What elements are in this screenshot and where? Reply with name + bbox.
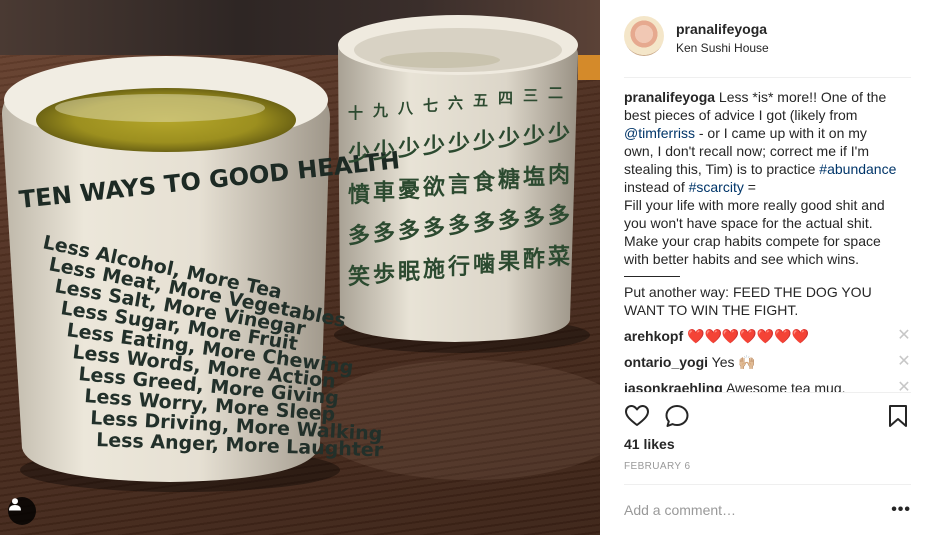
- caption-text: stealing this, Tim) is to practice: [624, 161, 816, 177]
- cup-kanji: 十: [348, 104, 363, 122]
- post-photo[interactable]: TEN WAYS TO GOOD HEALTH Less Alcohol, Mo…: [0, 0, 600, 535]
- caption-text: - or I came up with it on my: [694, 125, 867, 141]
- post-header: pranalifeyoga Ken Sushi House: [624, 16, 911, 78]
- comment-text: Awesome tea mug.: [725, 380, 846, 392]
- hashtag-link[interactable]: #scarcity: [689, 179, 744, 195]
- caption-text: with better habits and see which wins.: [624, 251, 860, 267]
- cup-kanji: 三: [523, 87, 538, 105]
- comment-username[interactable]: arehkopf: [624, 328, 683, 344]
- cup-kanji: 少: [497, 127, 520, 152]
- cup-kanji: 多: [523, 206, 545, 232]
- cup-kanji: 言: [448, 172, 470, 198]
- cup-kanji: 肉: [548, 163, 570, 188]
- cup-kanji: 少: [547, 122, 570, 147]
- caption-text: instead of: [624, 179, 685, 195]
- cup-kanji: 少: [422, 135, 445, 160]
- cup-kanji: 憂: [398, 178, 420, 203]
- caption-text: WANT TO WIN THE FIGHT.: [624, 302, 799, 318]
- cup-kanji: 多: [423, 216, 445, 242]
- cup-kanji: 憤: [348, 182, 370, 208]
- header-text: pranalifeyoga Ken Sushi House: [676, 20, 769, 56]
- cup-kanji: 五: [473, 92, 488, 110]
- cup-kanji: 車: [373, 181, 395, 206]
- caption-text: Make your crap habits compete for space: [624, 233, 881, 249]
- cup-kanji: 果: [498, 250, 520, 275]
- cup-kanji: 少: [472, 130, 495, 155]
- likes-count[interactable]: 41 likes: [624, 436, 675, 452]
- comments-list[interactable]: pranalifeyoga Less *is* more!! One of th…: [624, 88, 911, 392]
- comment-item: arehkopf ❤️❤️❤️❤️❤️❤️❤️ ✕: [624, 327, 911, 345]
- caption-text: =: [743, 179, 756, 195]
- add-comment-bar: Add a comment… •••: [624, 484, 911, 535]
- cup-kanji: 少: [397, 137, 420, 162]
- cup-kanji: 六: [448, 94, 463, 112]
- caption-username[interactable]: pranalifeyoga: [624, 89, 715, 105]
- cup-kanji: 多: [548, 203, 570, 229]
- action-bar: [624, 403, 911, 427]
- user-tag-icon[interactable]: [8, 497, 36, 525]
- caption-text: best pieces of advice I got (likely from: [624, 107, 858, 123]
- cup-kanji: 菜: [547, 245, 570, 270]
- comment-username[interactable]: jasonkraehling: [624, 380, 723, 392]
- cup-kanji: 多: [398, 218, 420, 244]
- close-icon[interactable]: ✕: [897, 328, 911, 344]
- cup-kanji: 多: [473, 211, 495, 237]
- comment-input[interactable]: Add a comment…: [624, 502, 891, 518]
- more-icon[interactable]: •••: [891, 501, 911, 519]
- cup-kanji: 酢: [523, 248, 545, 273]
- caption-text: you won't have space for the actual shit…: [624, 215, 873, 231]
- cup-kanji: 塩: [523, 165, 545, 191]
- caption-text: Fill your life with more really good shi…: [624, 197, 885, 213]
- cup-kanji: 八: [397, 99, 414, 117]
- person-icon: [9, 498, 21, 511]
- post-sidebar: pranalifeyoga Ken Sushi House pranalifey…: [600, 0, 935, 535]
- username-link[interactable]: pranalifeyoga: [676, 20, 769, 38]
- cup-kanji: 噛: [473, 253, 495, 278]
- caption-text: own, I don't recall now; correct me if I…: [624, 143, 869, 159]
- avatar[interactable]: [624, 16, 664, 56]
- caption-divider: [624, 276, 680, 277]
- cup-kanji: 九: [372, 102, 388, 120]
- location-link[interactable]: Ken Sushi House: [676, 40, 769, 56]
- comment-item: jasonkraehling Awesome tea mug. ✕: [624, 379, 911, 393]
- caption: pranalifeyoga Less *is* more!! One of th…: [624, 88, 911, 319]
- hashtag-link[interactable]: #abundance: [819, 161, 896, 177]
- tea-cups-illustration: TEN WAYS TO GOOD HEALTH Less Alcohol, Mo…: [1, 15, 600, 492]
- cup-kanji: 笑: [348, 264, 370, 290]
- cup-kanji: 多: [498, 208, 520, 234]
- cup-kanji: 行: [447, 254, 470, 280]
- comment-text: Yes 🙌🏼: [711, 354, 756, 370]
- cup-kanji: 二: [548, 84, 563, 102]
- cup-kanji: 七: [423, 97, 438, 115]
- cup-kanji: 眠: [398, 260, 420, 285]
- cup-kanji: 多: [348, 223, 370, 249]
- cup-kanji: 少: [347, 142, 370, 167]
- cup-kanji: 欲: [422, 175, 445, 201]
- comment-icon[interactable]: [664, 403, 690, 429]
- cup-kanji: 多: [373, 221, 395, 247]
- comment-item: ontario_yogi Yes 🙌🏼 ✕: [624, 353, 911, 371]
- caption-text: Put another way: FEED THE DOG YOU: [624, 284, 872, 300]
- heart-icon[interactable]: [624, 403, 650, 429]
- close-icon[interactable]: ✕: [897, 354, 911, 370]
- cup-kanji: 施: [423, 257, 445, 283]
- close-icon[interactable]: ✕: [897, 380, 911, 393]
- cup-kanji: 歩: [373, 263, 395, 288]
- comment-text: ❤️❤️❤️❤️❤️❤️❤️: [687, 328, 810, 344]
- cup-kanji: 糖: [498, 167, 520, 193]
- cup-kanji: 食: [473, 170, 496, 196]
- caption-text: Less *is* more!! One of the: [718, 89, 887, 105]
- cup-kanji: 少: [522, 125, 545, 150]
- bookmark-icon[interactable]: [885, 403, 911, 429]
- mention-link[interactable]: @timferriss: [624, 125, 695, 141]
- comment-username[interactable]: ontario_yogi: [624, 354, 708, 370]
- cup-kanji: 四: [498, 89, 513, 107]
- cup-kanji: 多: [448, 213, 470, 239]
- post-date[interactable]: FEBRUARY 6: [624, 461, 690, 472]
- cup-kanji: 少: [372, 140, 395, 165]
- cup-kanji: 少: [447, 132, 470, 157]
